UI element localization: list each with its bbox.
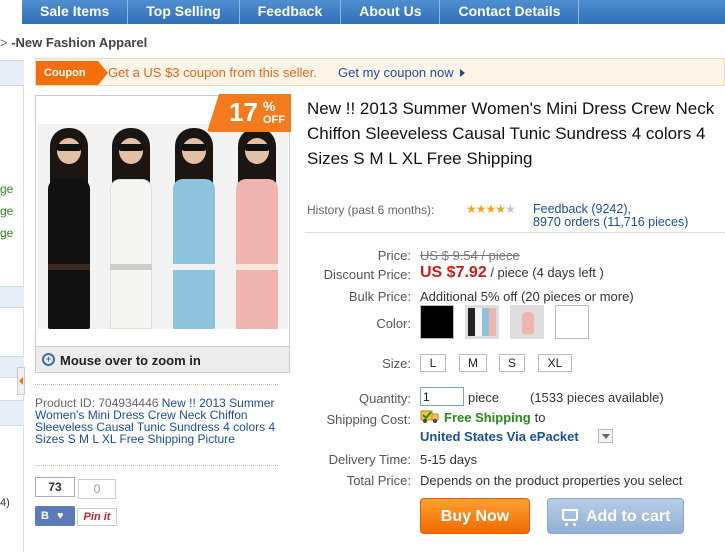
- model-blue-dress: [163, 124, 225, 329]
- cart-icon: [562, 509, 578, 526]
- total-price-value: Depends on the product properties you se…: [420, 473, 683, 488]
- discount-price-row: US $7.92 / piece (4 days left ): [420, 264, 604, 282]
- sidebar-item-fragment[interactable]: ge: [0, 204, 13, 218]
- share-count-b: 73: [35, 477, 75, 497]
- heart-icon: ♥: [56, 510, 64, 522]
- quantity-input[interactable]: [420, 387, 464, 406]
- left-sidebar-strip: ge ge ge 4): [0, 60, 24, 552]
- shipping-method-dropdown[interactable]: [598, 429, 613, 443]
- buy-now-button[interactable]: Buy Now: [420, 498, 530, 534]
- breadcrumb: > -New Fashion Apparel: [0, 35, 147, 50]
- product-id-block: Product ID: 704934446 New !! 2013 Summer…: [35, 397, 283, 445]
- sidebar-block: [0, 286, 24, 308]
- discount-price-suffix: / piece (4 days left ): [486, 265, 604, 280]
- total-price-label: Total Price:: [346, 473, 411, 488]
- divider: [35, 384, 278, 385]
- sidebar-block: [0, 60, 24, 86]
- sidebar-item-fragment[interactable]: ge: [0, 226, 13, 240]
- color-swatch-multi[interactable]: [465, 305, 499, 339]
- pin-it-button[interactable]: Pin it: [77, 508, 117, 526]
- nav-top-selling[interactable]: Top Selling: [128, 0, 240, 24]
- nav-contact-details[interactable]: Contact Details: [440, 0, 580, 24]
- divider: [305, 232, 725, 233]
- nav-sale-items[interactable]: Sale Items: [22, 0, 129, 24]
- sidebar-block: [0, 400, 24, 426]
- zoom-hint-bar: + Mouse over to zoom in: [36, 346, 289, 372]
- nav-about-us[interactable]: About Us: [341, 0, 441, 24]
- discount-percent: 17: [229, 97, 258, 127]
- color-swatch-white[interactable]: [555, 305, 589, 339]
- model-pink-dress: [226, 124, 288, 329]
- product-image-gallery: 17 % OFF + Mouse over to zoom in: [35, 94, 291, 373]
- color-swatch-pink[interactable]: [510, 305, 544, 339]
- size-option-s[interactable]: S: [499, 354, 525, 372]
- shipping-to-label: to: [534, 410, 546, 425]
- bulk-price-label: Bulk Price:: [348, 289, 411, 304]
- truck-icon: [420, 410, 439, 423]
- breadcrumb-category[interactable]: -New Fashion Apparel: [11, 35, 147, 50]
- coupon-bar: Coupon Get a US $3 coupon from this sell…: [35, 58, 725, 86]
- shipping-cost-label: Shipping Cost:: [326, 412, 411, 427]
- b-share-label: B: [41, 510, 49, 522]
- add-to-cart-label: Add to cart: [586, 508, 671, 525]
- bulk-price-value: Additional 5% off (20 pieces or more): [420, 289, 634, 304]
- b-share-button[interactable]: B ♥: [35, 506, 75, 526]
- model-black-dress: [38, 124, 100, 329]
- sidebar-item-fragment[interactable]: ge: [0, 182, 13, 196]
- color-swatch-black[interactable]: [420, 305, 454, 339]
- price-label: Price:: [377, 248, 411, 263]
- free-shipping-label: Free Shipping: [444, 410, 531, 425]
- zoom-hint-text: Mouse over to zoom in: [60, 353, 201, 368]
- discount-off-label: OFF: [263, 114, 285, 126]
- divider: [35, 465, 278, 466]
- nav-feedback[interactable]: Feedback: [240, 0, 342, 24]
- feedback-link[interactable]: Feedback (9242), 8970 orders (11,716 pie…: [533, 203, 688, 229]
- sidebar-count-fragment: 4): [0, 497, 10, 509]
- add-to-cart-button[interactable]: Add to cart: [547, 498, 684, 534]
- orders-count: 8970 orders (11,716 pieces): [533, 215, 689, 229]
- size-label: Size:: [382, 356, 411, 371]
- top-navigation: Sale Items Top Selling Feedback About Us…: [22, 0, 725, 24]
- coupon-text: Get a US $3 coupon from this seller.: [108, 65, 317, 80]
- model-white-dress: [100, 124, 162, 329]
- size-option-xl[interactable]: XL: [538, 354, 572, 372]
- color-label: Color:: [376, 316, 411, 331]
- zoom-icon: +: [42, 353, 55, 366]
- shipping-method[interactable]: United States Via ePacket: [420, 429, 579, 444]
- breadcrumb-separator: >: [0, 35, 8, 50]
- arrow-right-icon: [459, 69, 465, 77]
- sidebar-collapse-handle[interactable]: [17, 367, 25, 395]
- product-title: New !! 2013 Summer Women's Mini Dress Cr…: [307, 99, 715, 168]
- get-coupon-label: Get my coupon now: [338, 65, 454, 80]
- quantity-unit: piece: [468, 390, 500, 405]
- discount-badge: 17 % OFF: [207, 94, 291, 132]
- original-price: US $ 9.54 / piece: [420, 248, 520, 263]
- delivery-time-label: Delivery Time:: [328, 452, 411, 467]
- share-count-pin: 0: [78, 479, 116, 499]
- discount-price: US $7.92: [420, 264, 487, 281]
- product-main-image[interactable]: [38, 124, 288, 329]
- rating-stars-icon: ★★★★★: [466, 202, 516, 216]
- quantity-available: (1533 pieces available): [530, 390, 664, 405]
- delivery-time-value: 5-15 days: [420, 452, 478, 467]
- quantity-label: Quantity:: [358, 391, 411, 406]
- history-label: History (past 6 months):: [307, 203, 435, 217]
- discount-percent-sign: %: [263, 98, 276, 114]
- size-option-l[interactable]: L: [420, 354, 446, 372]
- size-option-m[interactable]: M: [459, 354, 487, 372]
- get-coupon-link[interactable]: Get my coupon now: [338, 65, 465, 80]
- coupon-tag: Coupon: [36, 61, 108, 85]
- free-shipping-text: Free Shipping to: [444, 410, 546, 425]
- discount-price-label: Discount Price:: [323, 267, 411, 282]
